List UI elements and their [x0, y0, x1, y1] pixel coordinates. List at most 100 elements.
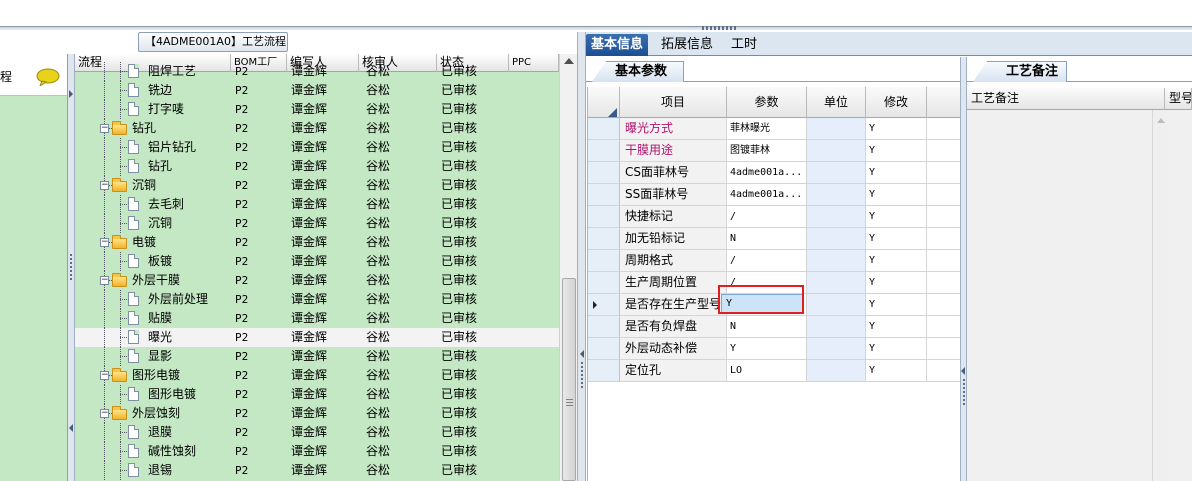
param-unit-cell[interactable] [807, 184, 866, 206]
param-value-cell[interactable]: 4adme001a... [727, 184, 807, 206]
tree-row[interactable]: 铣边 P2 谭金辉 谷松 已审核 [75, 81, 559, 100]
param-value-cell[interactable]: Y [727, 338, 807, 360]
param-item-cell[interactable]: 干膜用途 [620, 140, 727, 162]
splitter-grip[interactable] [702, 26, 736, 30]
tree-row[interactable]: 曝光 P2 谭金辉 谷松 已审核 [75, 328, 559, 347]
param-unit-cell[interactable] [807, 118, 866, 140]
param-item-cell[interactable]: 是否存在生产型号 [620, 294, 727, 316]
collapse-left-icon[interactable] [69, 424, 73, 432]
param-unit-cell[interactable] [807, 316, 866, 338]
collapse-icon[interactable]: − [100, 409, 109, 418]
param-row[interactable]: SS面菲林号 4adme001a... Y [588, 184, 961, 206]
param-modify-cell[interactable]: Y [866, 316, 927, 338]
col-header-model[interactable]: 型号 [1165, 88, 1192, 110]
tree-row[interactable]: 退锡 P2 谭金辉 谷松 已审核 [75, 461, 559, 480]
param-value-cell[interactable]: 图镀菲林 [727, 140, 807, 162]
param-modify-cell[interactable]: Y [866, 140, 927, 162]
param-value-cell[interactable]: LO [727, 360, 807, 382]
row-indicator[interactable] [588, 118, 620, 140]
param-unit-cell[interactable] [807, 272, 866, 294]
row-indicator[interactable] [588, 294, 620, 316]
tree-row[interactable]: − 钻孔 P2 谭金辉 谷松 已审核 [75, 119, 559, 138]
tab-basic-params[interactable]: 基本参数 [592, 61, 684, 82]
tree-row[interactable]: 碱性蚀刻 P2 谭金辉 谷松 已审核 [75, 442, 559, 461]
param-item-cell[interactable]: 外层动态补偿 [620, 338, 727, 360]
param-value-cell[interactable]: 4adme001a... [727, 162, 807, 184]
collapse-icon[interactable]: − [100, 238, 109, 247]
collapse-icon[interactable]: − [100, 276, 109, 285]
param-value-cell[interactable]: / [727, 206, 807, 228]
tree-row[interactable]: 退膜 P2 谭金辉 谷松 已审核 [75, 423, 559, 442]
param-value-cell[interactable]: N [727, 316, 807, 338]
param-modify-cell[interactable]: Y [866, 118, 927, 140]
tree-row[interactable]: − 图形电镀 P2 谭金辉 谷松 已审核 [75, 366, 559, 385]
select-all-corner-icon[interactable] [608, 108, 617, 117]
param-item-cell[interactable]: SS面菲林号 [620, 184, 727, 206]
param-row[interactable]: 是否有负焊盘 N Y [588, 316, 961, 338]
param-unit-cell[interactable] [807, 140, 866, 162]
param-modify-cell[interactable]: Y [866, 294, 927, 316]
param-modify-cell[interactable]: Y [866, 272, 927, 294]
col-header-modify[interactable]: 修改 [866, 87, 927, 118]
param-row[interactable]: 周期格式 / Y [588, 250, 961, 272]
tab-extended-info[interactable]: 拓展信息 [656, 34, 718, 56]
param-modify-cell[interactable]: Y [866, 228, 927, 250]
tree-row[interactable]: 钻孔 P2 谭金辉 谷松 已审核 [75, 157, 559, 176]
param-modify-cell[interactable]: Y [866, 206, 927, 228]
param-row[interactable]: CS面菲林号 4adme001a... Y [588, 162, 961, 184]
row-indicator[interactable] [588, 316, 620, 338]
tree-row[interactable]: 去毛刺 P2 谭金辉 谷松 已审核 [75, 195, 559, 214]
param-row[interactable]: 加无铅标记 N Y [588, 228, 961, 250]
tree-row[interactable]: 打字唛 P2 谭金辉 谷松 已审核 [75, 100, 559, 119]
param-unit-cell[interactable] [807, 338, 866, 360]
row-indicator[interactable] [588, 272, 620, 294]
row-indicator[interactable] [588, 162, 620, 184]
param-modify-cell[interactable]: Y [866, 250, 927, 272]
flow-title-tab[interactable]: 【4ADME001A0】工艺流程 [138, 32, 288, 52]
tree-row[interactable]: 显影 P2 谭金辉 谷松 已审核 [75, 347, 559, 366]
param-modify-cell[interactable]: Y [866, 338, 927, 360]
splitter-bar[interactable] [0, 26, 1192, 30]
scroll-up-arrow-icon[interactable] [564, 58, 574, 64]
row-indicator[interactable] [588, 228, 620, 250]
param-value-cell[interactable]: 菲林曝光 [727, 118, 807, 140]
param-row[interactable]: 干膜用途 图镀菲林 Y [588, 140, 961, 162]
scroll-thumb[interactable] [562, 278, 576, 481]
tree-row[interactable]: 沉铜 P2 谭金辉 谷松 已审核 [75, 214, 559, 233]
tab-basic-info[interactable]: 基本信息 [586, 34, 649, 56]
middle-splitter[interactable] [577, 32, 586, 481]
param-unit-cell[interactable] [807, 206, 866, 228]
param-item-cell[interactable]: CS面菲林号 [620, 162, 727, 184]
param-row[interactable]: 曝光方式 菲林曝光 Y [588, 118, 961, 140]
param-item-cell[interactable]: 快捷标记 [620, 206, 727, 228]
sidebar-collapse-strip[interactable] [68, 54, 75, 481]
param-item-cell[interactable]: 生产周期位置 [620, 272, 727, 294]
tree-row[interactable]: 贴膜 P2 谭金辉 谷松 已审核 [75, 309, 559, 328]
tree-scrollbar[interactable] [559, 54, 577, 481]
param-value-cell[interactable]: N [727, 228, 807, 250]
param-item-cell[interactable]: 周期格式 [620, 250, 727, 272]
col-header-value[interactable]: 参数 [727, 87, 807, 118]
param-unit-cell[interactable] [807, 228, 866, 250]
collapse-icon[interactable]: − [100, 124, 109, 133]
tree-row[interactable]: 外层前处理 P2 谭金辉 谷松 已审核 [75, 290, 559, 309]
param-row[interactable]: 外层动态补偿 Y Y [588, 338, 961, 360]
tree-row[interactable]: − 沉铜 P2 谭金辉 谷松 已审核 [75, 176, 559, 195]
scroll-up-arrow-icon[interactable] [1157, 118, 1165, 123]
col-header-notes[interactable]: 工艺备注 [967, 88, 1165, 110]
chat-bubble-icon[interactable] [36, 68, 60, 86]
param-item-cell[interactable]: 是否有负焊盘 [620, 316, 727, 338]
param-modify-cell[interactable]: Y [866, 360, 927, 382]
row-indicator[interactable] [588, 250, 620, 272]
collapse-left-icon[interactable] [580, 350, 584, 358]
param-unit-cell[interactable] [807, 294, 866, 316]
param-modify-cell[interactable]: Y [866, 184, 927, 206]
param-item-cell[interactable]: 曝光方式 [620, 118, 727, 140]
expand-right-icon[interactable] [69, 90, 73, 98]
param-modify-cell[interactable]: Y [866, 162, 927, 184]
param-item-cell[interactable]: 定位孔 [620, 360, 727, 382]
tree-row[interactable]: 铝片钻孔 P2 谭金辉 谷松 已审核 [75, 138, 559, 157]
row-indicator[interactable] [588, 338, 620, 360]
tab-process-notes[interactable]: 工艺备注 [973, 61, 1067, 82]
param-unit-cell[interactable] [807, 250, 866, 272]
